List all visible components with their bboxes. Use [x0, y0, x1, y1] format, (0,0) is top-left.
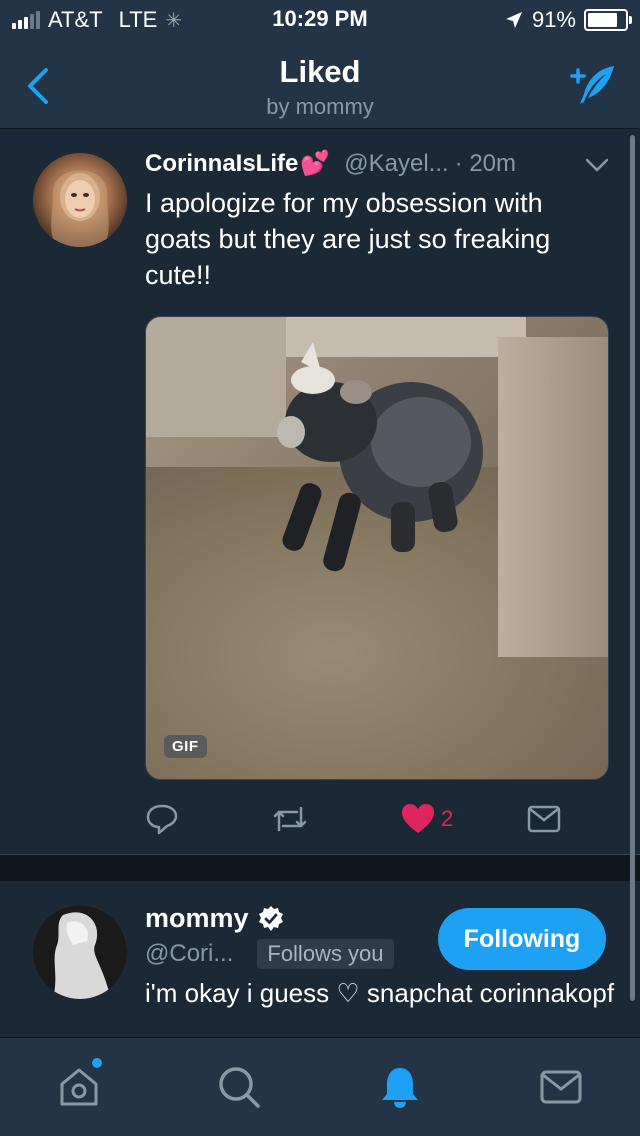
home-unread-dot	[92, 1058, 102, 1068]
goat-image	[277, 342, 483, 572]
avatar[interactable]	[33, 905, 127, 999]
avatar-portrait	[51, 170, 109, 247]
status-bar: AT&T LTE ✳ 10:29 PM 91%	[0, 0, 640, 40]
verified-badge-icon	[258, 905, 283, 931]
user-handle-row: @Cori... Follows you	[145, 939, 394, 969]
avatar[interactable]	[33, 153, 127, 247]
reply-button[interactable]	[145, 801, 179, 837]
notifications-icon[interactable]	[377, 1064, 423, 1110]
tweet-author-handle[interactable]: @Kayel...	[344, 150, 448, 178]
following-button[interactable]: Following	[438, 908, 606, 970]
tweet-actions: 2	[145, 801, 615, 841]
section-divider	[0, 854, 640, 882]
scrollbar[interactable]	[630, 135, 635, 1001]
chevron-down-icon[interactable]	[584, 157, 610, 173]
retweet-icon	[273, 806, 307, 832]
search-icon[interactable]	[216, 1064, 262, 1110]
status-right: 91%	[504, 6, 632, 34]
user-card[interactable]: mommy @Cori... Follows you Following i'm…	[0, 881, 640, 1038]
like-button[interactable]: 2	[401, 801, 453, 837]
tweet-text: I apologize for my obsession with goats …	[145, 188, 551, 290]
user-handle[interactable]: @Cori...	[145, 940, 233, 968]
dm-button[interactable]	[527, 801, 561, 837]
tweet-header: CorinnaIsLife 💕 @Kayel... · 20m	[145, 149, 516, 178]
page-title: Liked	[279, 54, 361, 89]
gif-badge: GIF	[164, 735, 207, 758]
user-bio: i'm okay i guess ♡ snapchat corinnakopf	[145, 978, 615, 1008]
gif-wooden-post	[498, 337, 608, 657]
follows-you-badge: Follows you	[257, 939, 394, 969]
battery-icon	[584, 9, 632, 31]
avatar-portrait	[33, 905, 127, 999]
tweet-timestamp: · 20m	[454, 149, 517, 177]
reply-icon	[146, 804, 178, 835]
messages-icon[interactable]	[538, 1064, 584, 1110]
user-name-row: mommy	[145, 903, 285, 934]
heart-icon	[402, 804, 434, 833]
compose-tweet-icon[interactable]	[566, 60, 618, 108]
retweet-button[interactable]	[271, 801, 309, 837]
envelope-icon	[527, 805, 561, 833]
page-subtitle: by mommy	[266, 94, 374, 119]
tweet-author-name[interactable]: CorinnaIsLife	[145, 150, 298, 178]
user-name[interactable]: mommy	[145, 903, 249, 934]
tweet-gif[interactable]: GIF	[145, 316, 609, 780]
tweet[interactable]: CorinnaIsLife 💕 @Kayel... · 20m I apolog…	[0, 129, 640, 854]
home-icon[interactable]	[56, 1064, 102, 1110]
location-arrow-icon	[505, 12, 522, 28]
battery-percent: 91%	[531, 7, 576, 32]
nav-bar: Liked by mommy	[0, 40, 640, 129]
like-count: 2	[441, 806, 454, 831]
tab-bar	[0, 1037, 640, 1136]
two-hearts-emoji: 💕	[300, 150, 331, 177]
